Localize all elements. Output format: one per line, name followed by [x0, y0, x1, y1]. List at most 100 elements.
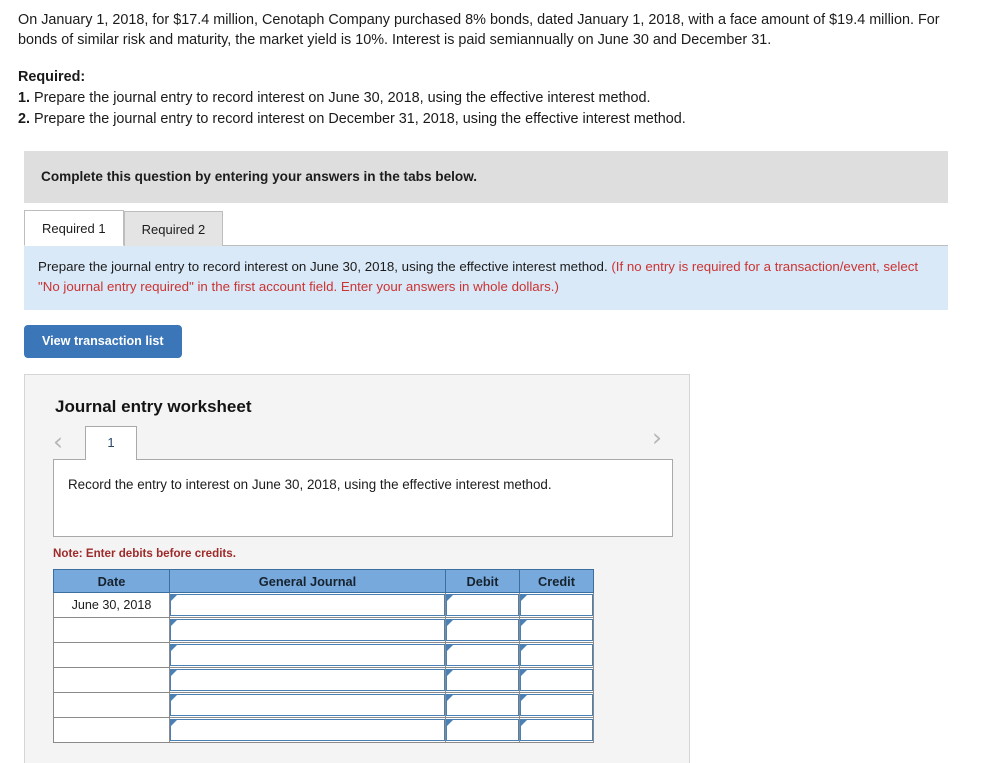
- dropdown-triangle-icon: [521, 645, 527, 652]
- required-item-2-number: 2.: [18, 110, 31, 127]
- table-row: [53, 642, 594, 669]
- cell-general-journal-3[interactable]: [169, 642, 446, 669]
- cell-date-5[interactable]: [53, 692, 170, 719]
- credit-input-4[interactable]: [520, 669, 593, 692]
- cell-credit-2[interactable]: [519, 617, 594, 644]
- debit-input-1[interactable]: [446, 594, 519, 617]
- cell-general-journal-1[interactable]: [169, 592, 446, 619]
- dropdown-triangle-icon: [171, 645, 177, 652]
- general-journal-input-5[interactable]: [170, 694, 445, 717]
- dropdown-triangle-icon: [447, 620, 453, 627]
- credit-input-5[interactable]: [520, 694, 593, 717]
- required-heading: Required:: [18, 68, 86, 85]
- chevron-left-icon[interactable]: ‹: [53, 429, 63, 459]
- cell-date-2[interactable]: [53, 617, 170, 644]
- dropdown-triangle-icon: [521, 695, 527, 702]
- required-item-1: 1. Prepare the journal entry to record i…: [18, 88, 970, 109]
- table-row: [53, 617, 594, 644]
- tab-required-2[interactable]: Required 2: [123, 210, 224, 246]
- general-journal-input-6[interactable]: [170, 719, 445, 742]
- required-section: Required: 1. Prepare the journal entry t…: [0, 51, 988, 130]
- required-item-1-number: 1.: [18, 89, 31, 106]
- credit-input-3[interactable]: [520, 644, 593, 667]
- worksheet-description-box: Record the entry to interest on June 30,…: [53, 459, 673, 538]
- cell-date-6[interactable]: [53, 717, 170, 744]
- dropdown-triangle-icon: [447, 645, 453, 652]
- tab-required-1[interactable]: Required 1: [24, 209, 124, 246]
- cell-date-1[interactable]: June 30, 2018: [53, 592, 170, 619]
- debit-input-5[interactable]: [446, 694, 519, 717]
- complete-question-banner: Complete this question by entering your …: [24, 150, 948, 203]
- cell-general-journal-5[interactable]: [169, 692, 446, 719]
- dropdown-triangle-icon: [447, 595, 453, 602]
- journal-entry-worksheet-panel: Journal entry worksheet ‹ 1 › Record the…: [24, 374, 690, 763]
- table-row: [53, 667, 594, 694]
- credit-input-1[interactable]: [520, 594, 593, 617]
- debit-input-6[interactable]: [446, 719, 519, 742]
- general-journal-input-3[interactable]: [170, 644, 445, 667]
- cell-debit-4[interactable]: [445, 667, 520, 694]
- dropdown-triangle-icon: [171, 620, 177, 627]
- credit-input-6[interactable]: [520, 719, 593, 742]
- required-item-1-text: Prepare the journal entry to record inte…: [34, 89, 651, 106]
- cell-general-journal-4[interactable]: [169, 667, 446, 694]
- dropdown-triangle-icon: [447, 695, 453, 702]
- chevron-right-icon[interactable]: ›: [652, 425, 662, 455]
- debits-before-credits-note: Note: Enter debits before credits.: [53, 547, 236, 561]
- column-header-credit: Credit: [519, 569, 594, 594]
- journal-table-wrap: Date General Journal Debit Credit June 3…: [25, 569, 689, 744]
- cell-date-4[interactable]: [53, 667, 170, 694]
- dropdown-triangle-icon: [521, 595, 527, 602]
- general-journal-input-1[interactable]: [170, 594, 445, 617]
- view-transaction-list-button[interactable]: View transaction list: [24, 324, 182, 359]
- table-row: [53, 717, 594, 744]
- column-header-general-journal: General Journal: [169, 569, 446, 594]
- worksheet-pager: ‹ 1 ›: [25, 417, 689, 461]
- dropdown-triangle-icon: [521, 670, 527, 677]
- table-row: June 30, 2018: [53, 592, 594, 619]
- instruction-primary-text: Prepare the journal entry to record inte…: [38, 258, 608, 274]
- worksheet-page-tab-1[interactable]: 1: [85, 426, 137, 461]
- dropdown-triangle-icon: [171, 695, 177, 702]
- required-item-2: 2. Prepare the journal entry to record i…: [18, 109, 970, 130]
- cell-credit-5[interactable]: [519, 692, 594, 719]
- dropdown-triangle-icon: [521, 720, 527, 727]
- cell-credit-6[interactable]: [519, 717, 594, 744]
- dropdown-triangle-icon: [171, 670, 177, 677]
- cell-debit-2[interactable]: [445, 617, 520, 644]
- cell-debit-6[interactable]: [445, 717, 520, 744]
- worksheet-title: Journal entry worksheet: [55, 397, 252, 417]
- dropdown-triangle-icon: [171, 720, 177, 727]
- general-journal-input-4[interactable]: [170, 669, 445, 692]
- problem-statement-text: On January 1, 2018, for $17.4 million, C…: [18, 12, 940, 49]
- cell-date-3[interactable]: [53, 642, 170, 669]
- journal-entry-table: Date General Journal Debit Credit June 3…: [53, 569, 594, 744]
- toolbar: View transaction list: [0, 310, 988, 359]
- debit-input-3[interactable]: [446, 644, 519, 667]
- problem-statement: On January 1, 2018, for $17.4 million, C…: [0, 0, 988, 51]
- cell-general-journal-6[interactable]: [169, 717, 446, 744]
- dropdown-triangle-icon: [447, 720, 453, 727]
- debit-input-4[interactable]: [446, 669, 519, 692]
- dropdown-triangle-icon: [447, 670, 453, 677]
- complete-question-banner-text: Complete this question by entering your …: [41, 169, 478, 185]
- cell-debit-3[interactable]: [445, 642, 520, 669]
- instruction-box: Prepare the journal entry to record inte…: [24, 245, 948, 310]
- requirement-tabstrip: Required 1 Required 2: [24, 203, 948, 246]
- column-header-date: Date: [53, 569, 170, 594]
- dropdown-triangle-icon: [171, 595, 177, 602]
- journal-table-header-row: Date General Journal Debit Credit: [53, 569, 594, 594]
- debit-input-2[interactable]: [446, 619, 519, 642]
- cell-credit-4[interactable]: [519, 667, 594, 694]
- cell-credit-1[interactable]: [519, 592, 594, 619]
- cell-debit-5[interactable]: [445, 692, 520, 719]
- column-header-debit: Debit: [445, 569, 520, 594]
- credit-input-2[interactable]: [520, 619, 593, 642]
- required-item-2-text: Prepare the journal entry to record inte…: [34, 110, 686, 127]
- cell-general-journal-2[interactable]: [169, 617, 446, 644]
- cell-credit-3[interactable]: [519, 642, 594, 669]
- general-journal-input-2[interactable]: [170, 619, 445, 642]
- table-row: [53, 692, 594, 719]
- cell-debit-1[interactable]: [445, 592, 520, 619]
- worksheet-description-text: Record the entry to interest on June 30,…: [68, 477, 552, 493]
